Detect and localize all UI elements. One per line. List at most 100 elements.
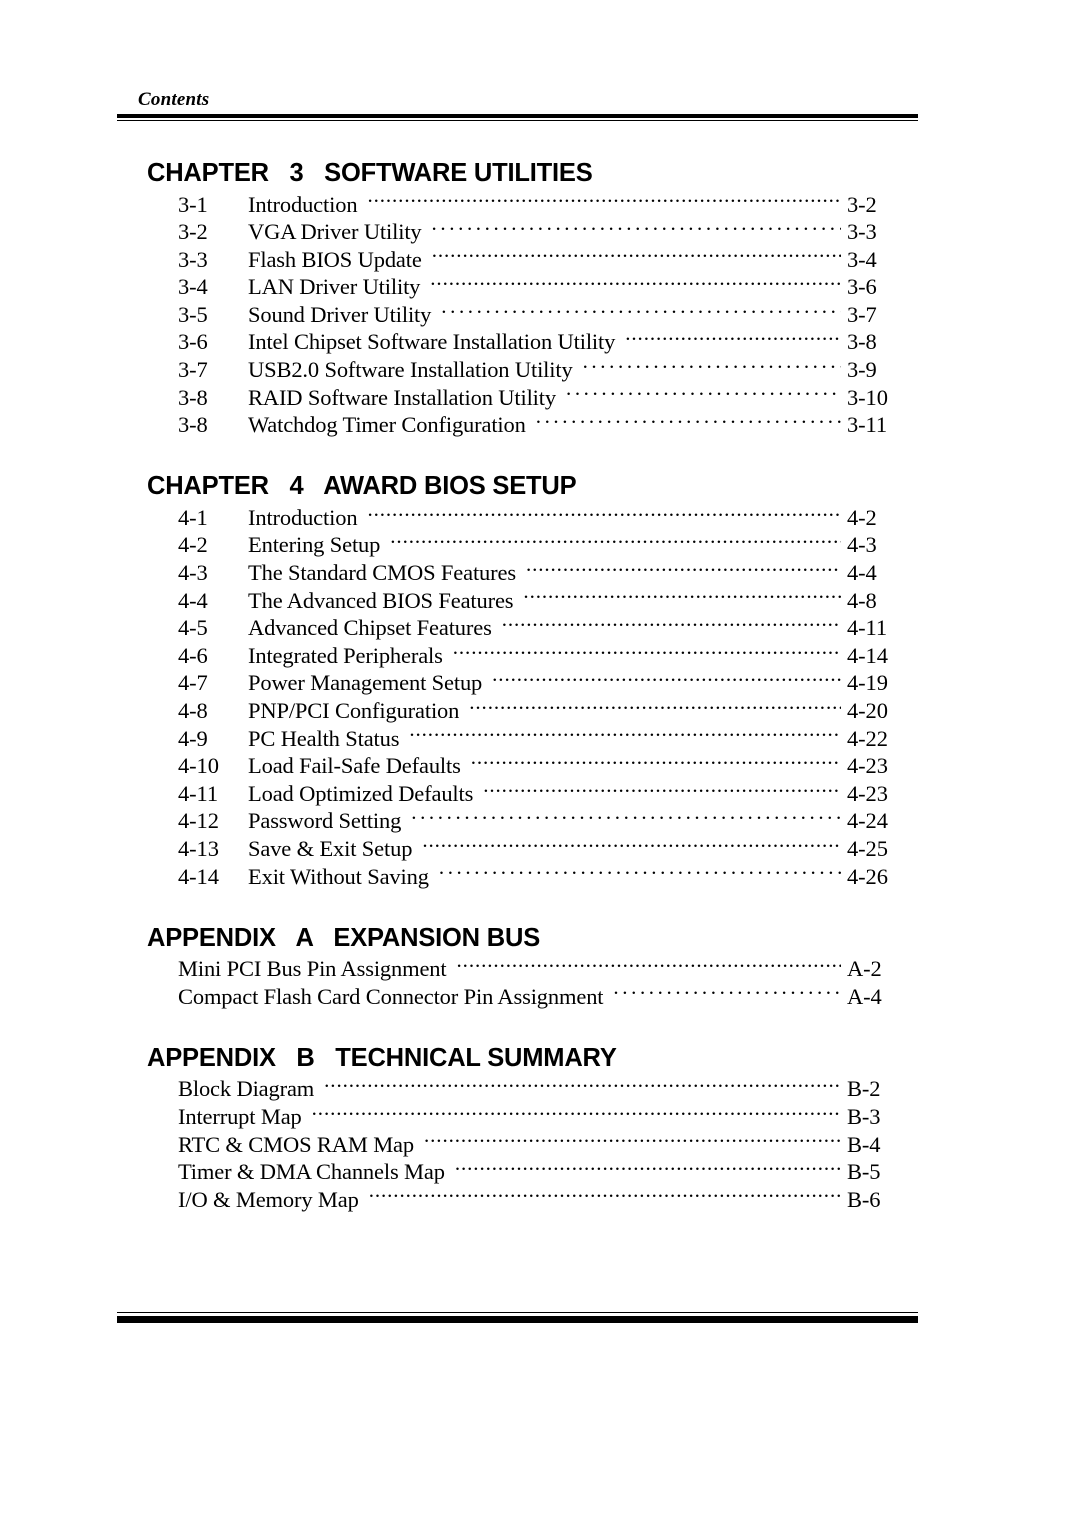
- toc-dot-leader: ........................................…: [470, 750, 841, 769]
- toc-entry-title: RAID Software Installation Utility: [248, 384, 556, 410]
- toc-entry-page-number: 4-11: [847, 615, 888, 641]
- toc-entry[interactable]: 4-10 Load Fail-Safe Defaults.............…: [147, 751, 937, 779]
- toc-entry[interactable]: RTC & CMOS RAM Map......................…: [147, 1129, 937, 1157]
- toc-dot-leader: ........................................…: [492, 667, 841, 687]
- toc-entry-number: 4-10: [178, 753, 219, 779]
- toc-entry[interactable]: 3-4 LAN Driver Utility...................…: [147, 272, 937, 300]
- toc-dot-leader: ........................................…: [411, 805, 841, 825]
- toc-entry-title: Timer & DMA Channels Map: [178, 1159, 445, 1185]
- toc-dot-leader: ........................................…: [452, 640, 841, 659]
- toc-entry-page-number: B-3: [847, 1103, 881, 1129]
- toc-entry-number: 4-9: [178, 725, 208, 751]
- toc-dot-leader: ........................................…: [441, 299, 841, 318]
- toc-dot-leader: ........................................…: [368, 1184, 841, 1203]
- toc-entry-page-number: 4-25: [847, 835, 888, 861]
- toc-entry-number: 4-2: [178, 532, 208, 558]
- toc-entry-page-number: 3-3: [847, 219, 877, 245]
- toc-entry[interactable]: 4-14 Exit Without Saving.................…: [147, 861, 937, 889]
- toc-entry[interactable]: 4-5 Advanced Chipset Features............…: [147, 613, 937, 641]
- toc-entry[interactable]: 3-5 Sound Driver Utility.................…: [147, 299, 937, 327]
- toc-entry-title: The Advanced BIOS Features: [248, 587, 514, 613]
- toc-entry[interactable]: Block Diagram...........................…: [147, 1074, 937, 1102]
- toc-entry[interactable]: Compact Flash Card Connector Pin Assignm…: [147, 981, 937, 1009]
- toc-entry[interactable]: 4-4 The Advanced BIOS Features...........…: [147, 585, 937, 613]
- toc-dot-leader: ........................................…: [422, 833, 841, 852]
- toc-entry-title: Mini PCI Bus Pin Assignment: [178, 956, 447, 982]
- toc-entry-number: 4-8: [178, 698, 208, 723]
- toc-entry[interactable]: 3-3 Flash BIOS Update....................…: [147, 244, 937, 272]
- toc-entry-page-number: 4-23: [847, 753, 888, 779]
- toc-entry[interactable]: 4-12 Password Setting....................…: [147, 806, 937, 834]
- toc-entry[interactable]: 3-8 RAID Software Installation Utility...…: [147, 382, 937, 410]
- toc-entry-title: Flash BIOS Update: [248, 246, 422, 272]
- toc-entry-title: Intel Chipset Software Installation Util…: [248, 329, 616, 355]
- toc-entry-number: 4-3: [178, 560, 208, 586]
- toc-entry-number: 3-4: [178, 274, 208, 300]
- toc-dot-leader: ........................................…: [431, 216, 841, 235]
- toc-entry[interactable]: 3-8 Watchdog Timer Configuration.........…: [147, 410, 937, 438]
- toc-dot-leader: ........................................…: [483, 778, 841, 797]
- toc-entry-number: 3-3: [178, 246, 208, 272]
- toc-entry-title: Interrupt Map: [178, 1103, 302, 1129]
- toc-entry[interactable]: 4-3 The Standard CMOS Features...........…: [147, 558, 937, 586]
- toc-entry-number: 3-6: [178, 329, 208, 355]
- toc-entry[interactable]: Interrupt Map...........................…: [147, 1101, 937, 1129]
- toc-entry[interactable]: 4-2 Entering Setup.......................…: [147, 530, 937, 558]
- toc-entry[interactable]: 3-7 USB2.0 Software Installation Utility.…: [147, 355, 937, 383]
- toc-entry-title: Save & Exit Setup: [248, 835, 413, 861]
- toc-entry[interactable]: 4-13 Save & Exit Setup...................…: [147, 833, 937, 861]
- toc-entry-title: Load Fail-Safe Defaults: [248, 753, 461, 779]
- toc-entry[interactable]: 3-6 Intel Chipset Software Installation U…: [147, 327, 937, 355]
- toc-entry-title: The Standard CMOS Features: [248, 560, 516, 586]
- toc-entry[interactable]: 4-1 Introduction.........................…: [147, 502, 937, 530]
- toc-entry-title: Block Diagram: [178, 1076, 315, 1102]
- toc-dot-leader: ........................................…: [367, 502, 841, 521]
- table-of-contents: CHAPTER 3 SOFTWARE UTILITIES 3-1 Introduct…: [147, 158, 937, 1212]
- toc-dot-leader: ........................................…: [523, 585, 841, 604]
- toc-dot-leader: ........................................…: [456, 953, 841, 972]
- toc-entry-title: PC Health Status: [248, 725, 400, 751]
- toc-entry-title: PNP/PCI Configuration: [248, 698, 460, 723]
- toc-entry-page-number: 3-6: [847, 274, 877, 300]
- toc-entry-page-number: 3-8: [847, 329, 877, 355]
- toc-entry[interactable]: Timer & DMA Channels Map................…: [147, 1157, 937, 1185]
- toc-entry[interactable]: 4-7 Power Management Setup...............…: [147, 668, 937, 696]
- toc-entry-page-number: 3-9: [847, 357, 877, 383]
- toc-entry-page-number: 3-11: [847, 412, 888, 438]
- toc-entry[interactable]: 4-8 PNP/PCI Configuration................…: [147, 696, 937, 724]
- footer-rule-thick: [117, 1316, 918, 1323]
- toc-dot-leader: ........................................…: [431, 244, 841, 263]
- toc-dot-leader: ........................................…: [367, 189, 841, 208]
- toc-entry-page-number: A-2: [847, 956, 882, 982]
- toc-dot-leader: ........................................…: [438, 861, 841, 880]
- toc-entry[interactable]: 3-1 Introduction.........................…: [147, 189, 937, 217]
- toc-entry-number: 4-11: [178, 780, 219, 806]
- toc-dot-leader: ........................................…: [613, 981, 841, 1000]
- toc-entry-number: 4-14: [178, 863, 219, 889]
- toc-entry-page-number: 4-8: [847, 587, 877, 613]
- toc-dot-leader: ........................................…: [390, 529, 841, 549]
- page: Contents CHAPTER 3 SOFTWARE UTILITIES 3-1…: [0, 0, 1080, 1526]
- toc-entry-title: Advanced Chipset Features: [248, 615, 492, 641]
- toc-entry-title: Watchdog Timer Configuration: [248, 412, 526, 438]
- toc-entry-number: 3-8: [178, 384, 208, 410]
- toc-entry-page-number: 3-2: [847, 191, 877, 217]
- toc-dot-leader: ........................................…: [625, 326, 841, 346]
- toc-entry[interactable]: I/O & Memory Map........................…: [147, 1184, 937, 1212]
- toc-dot-leader: ........................................…: [501, 612, 841, 631]
- section-heading: APPENDIX B TECHNICAL SUMMARY: [147, 1043, 617, 1072]
- toc-entry[interactable]: 4-9 PC Health Status.....................…: [147, 723, 937, 751]
- header-rule: [117, 114, 918, 121]
- toc-entry[interactable]: 4-11 Load Optimized Defaults.............…: [147, 778, 937, 806]
- toc-entry[interactable]: 3-2 VGA Driver Utility...................…: [147, 217, 937, 245]
- toc-entry-page-number: A-4: [847, 983, 882, 1009]
- toc-entry-number: 3-8: [178, 412, 208, 438]
- toc-entry[interactable]: Mini PCI Bus Pin Assignment.............…: [147, 954, 937, 982]
- toc-entry-list: 3-1 Introduction.........................…: [147, 189, 937, 437]
- toc-entry-number: 4-12: [178, 808, 219, 834]
- toc-dot-leader: ........................................…: [565, 382, 841, 401]
- toc-entry-page-number: 4-4: [847, 560, 877, 586]
- toc-entry[interactable]: 4-6 Integrated Peripherals...............…: [147, 640, 937, 668]
